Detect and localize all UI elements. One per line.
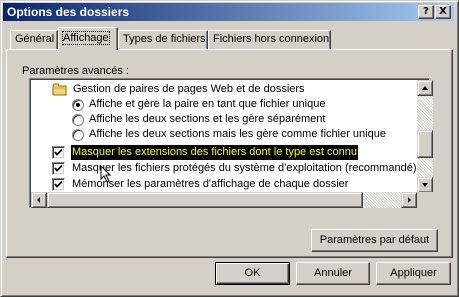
list-item-label: Gestion de paires de pages Web et de dos… [73, 83, 305, 95]
list-item-label: Masquer les extensions des fichiers dont… [71, 145, 358, 160]
folder-icon [52, 83, 67, 96]
list-item-radio-both-single[interactable]: Affiche les deux sections mais les gère … [72, 127, 429, 142]
checkbox[interactable] [52, 162, 65, 175]
radio-button[interactable] [72, 129, 84, 141]
scroll-right-button[interactable] [401, 192, 417, 208]
tab-offline-files[interactable]: Fichiers hors connexion [208, 30, 331, 49]
restore-defaults-button[interactable]: Paramètres par défaut [311, 229, 438, 252]
radio-button[interactable] [72, 114, 84, 126]
checkbox[interactable] [52, 178, 65, 191]
apply-button[interactable]: Appliquer [376, 262, 451, 285]
tab-file-types-label: Types de fichiers [123, 33, 206, 45]
tab-affichage[interactable]: Affichage [58, 27, 118, 50]
vertical-scroll-thumb[interactable] [417, 130, 433, 158]
tab-offline-files-label: Fichiers hors connexion [213, 33, 330, 45]
title-bar[interactable]: Options des dossiers ? X [3, 3, 454, 21]
checkmark-icon [54, 180, 63, 188]
mouse-pointer-icon [100, 165, 112, 183]
scrollbar-corner [417, 192, 433, 208]
tab-general-label: Général [15, 33, 55, 45]
list-item-label: Masquer les fichiers protégés du système… [72, 162, 417, 174]
help-button[interactable]: ? [418, 5, 434, 19]
tab-file-types[interactable]: Types de fichiers [118, 30, 208, 49]
tab-affichage-label: Affichage [62, 31, 110, 45]
advanced-settings-list[interactable]: Gestion de paires de pages Web et de dos… [29, 78, 430, 208]
list-item-label: Mémoriser les paramètres d'affichage de … [72, 178, 349, 190]
list-item-radio-separate[interactable]: Affiche les deux sections et les gère sé… [72, 112, 429, 127]
radio-button[interactable] [72, 99, 84, 111]
arrow-up-icon [422, 86, 428, 90]
scroll-left-button[interactable] [31, 192, 47, 208]
checkmark-icon [54, 164, 63, 172]
list-item-folder-group[interactable]: Gestion de paires de pages Web et de dos… [52, 82, 429, 97]
checkbox[interactable] [52, 146, 65, 159]
window-title: Options des dossiers [7, 5, 130, 19]
vertical-scrollbar[interactable] [417, 80, 433, 193]
ok-button[interactable]: OK [215, 262, 290, 285]
horizontal-scroll-thumb[interactable] [47, 192, 363, 208]
arrow-down-icon [422, 183, 428, 187]
checkmark-icon [54, 148, 63, 156]
list-item-label: Affiche les deux sections et les gère sé… [89, 113, 326, 125]
arrow-left-icon [37, 197, 40, 203]
horizontal-scrollbar[interactable] [31, 192, 417, 208]
tab-general[interactable]: Général [10, 30, 58, 49]
arrow-right-icon [408, 197, 411, 203]
cancel-button[interactable]: Annuler [296, 262, 370, 285]
close-button[interactable]: X [435, 5, 451, 19]
list-item-label: Affiche les deux sections mais les gère … [89, 128, 386, 140]
list-item-label: Affiche et gère la paire en tant que fic… [89, 98, 326, 110]
scroll-up-button[interactable] [417, 80, 433, 96]
list-item-radio-single-file[interactable]: Affiche et gère la paire en tant que fic… [72, 97, 429, 112]
scroll-down-button[interactable] [417, 177, 433, 193]
advanced-settings-label: Paramètres avancés : [22, 65, 129, 77]
list-item-hide-extensions[interactable]: Masquer les extensions des fichiers dont… [52, 145, 429, 160]
